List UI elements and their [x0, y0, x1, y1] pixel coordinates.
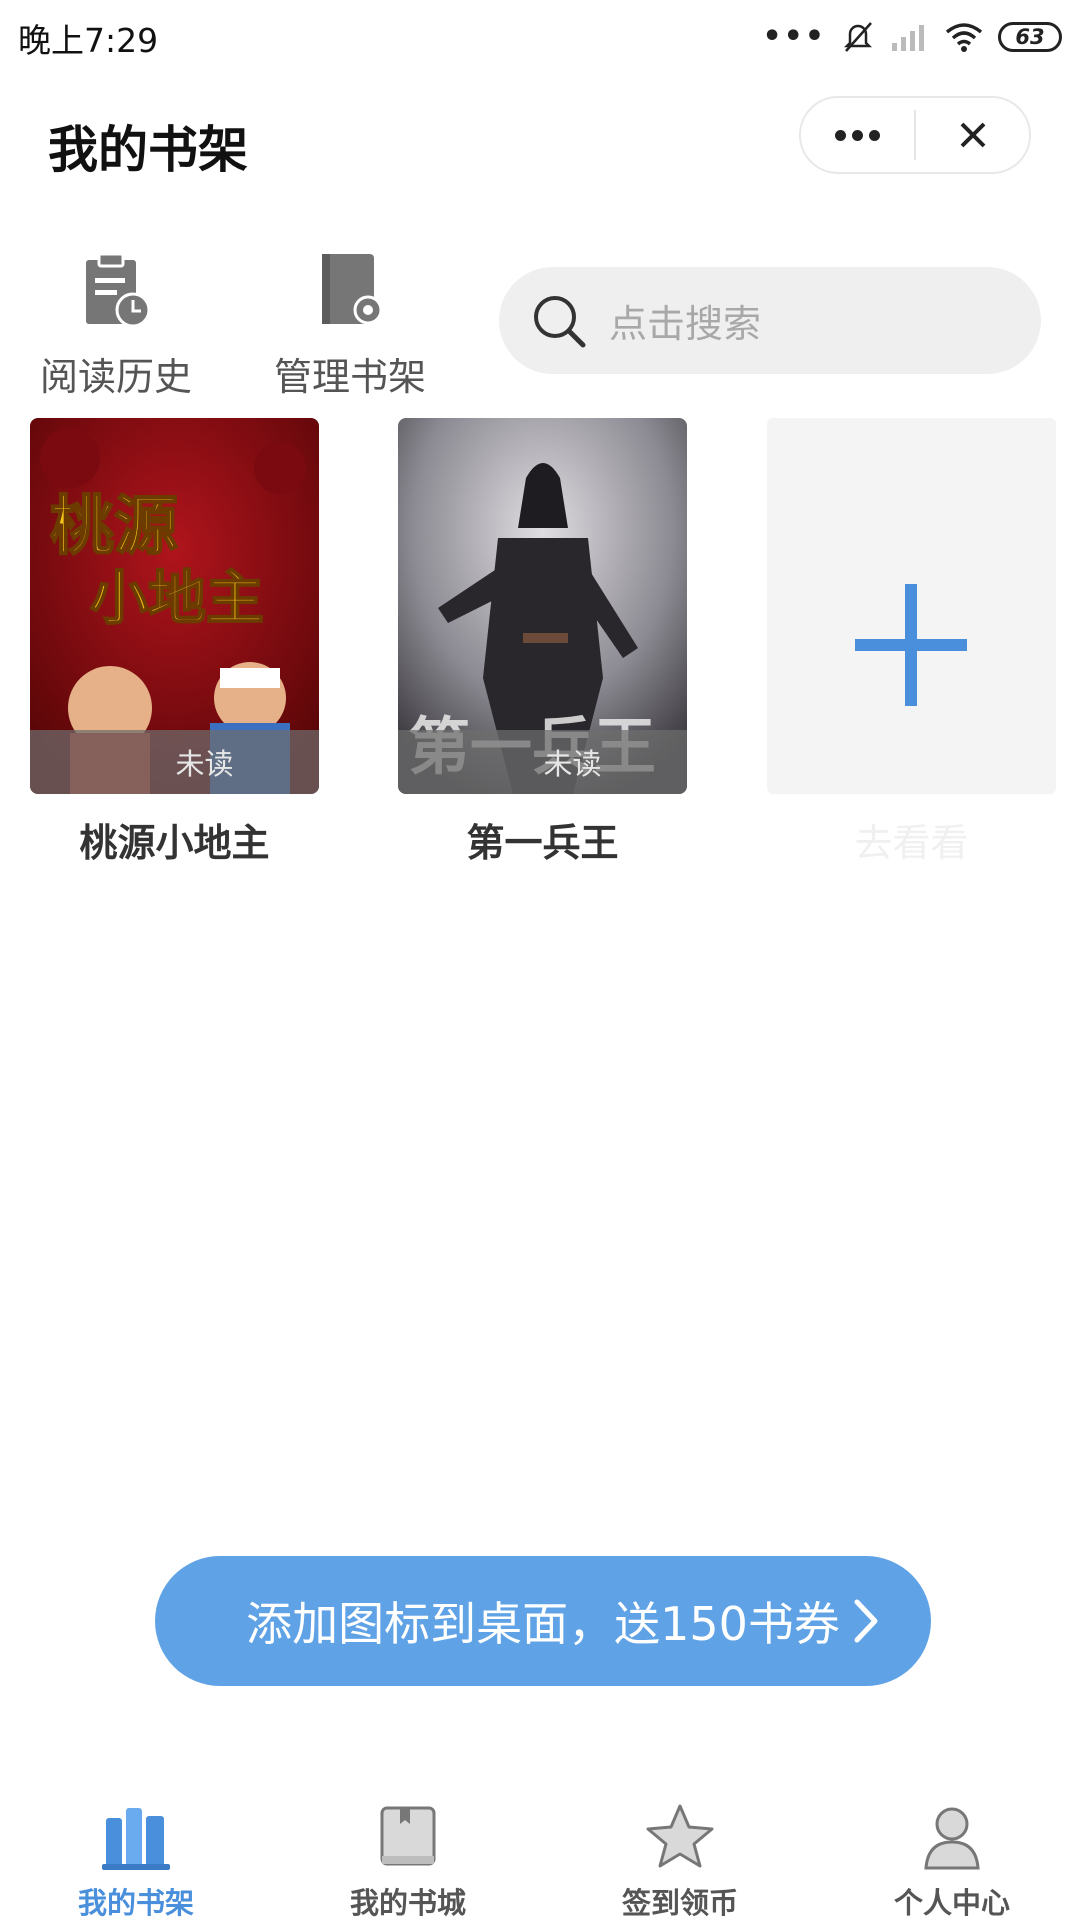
unread-badge: 未读	[30, 730, 319, 794]
status-icons: ••• 63	[762, 14, 1062, 60]
add-book-card[interactable]	[767, 418, 1056, 794]
mute-icon	[843, 22, 873, 52]
book-item[interactable]: 桃源 小地主 未读 桃源小地主	[30, 418, 319, 867]
bottom-tab-bar: 我的书架 我的书城 签到领币 个人中心	[0, 1790, 1080, 1920]
mini-program-capsule	[799, 96, 1031, 174]
more-button[interactable]	[801, 98, 914, 172]
tab-label: 个人中心	[893, 1886, 1010, 1920]
close-icon	[960, 122, 985, 148]
page-title: 我的书架	[48, 121, 248, 179]
book-icon	[380, 1806, 436, 1866]
unread-badge: 未读	[398, 730, 687, 794]
status-bar: 晚上7:29 ••• 63	[0, 0, 1080, 76]
history-clipboard-icon	[86, 252, 151, 328]
reading-history-button[interactable]: 阅读历史	[26, 250, 206, 401]
book-item[interactable]: 第一兵王 未读 第一兵王	[398, 418, 687, 867]
book-title: 第一兵王	[466, 821, 619, 865]
add-book-item[interactable]: 去看看	[767, 418, 1056, 867]
add-book-label: 去看看	[854, 821, 969, 865]
book-cover[interactable]: 桃源 小地主 未读	[30, 418, 319, 794]
promo-text: 添加图标到桌面，送150书券	[246, 1597, 840, 1651]
reading-history-label: 阅读历史	[39, 355, 192, 399]
book-settings-icon	[322, 254, 383, 325]
tab-bookstore[interactable]: 我的书城	[308, 1790, 508, 1920]
more-dots-icon	[835, 129, 880, 141]
manage-shelf-label: 管理书架	[273, 355, 426, 399]
search-bar[interactable]: 点击搜索	[499, 267, 1041, 374]
signal-icon	[892, 25, 924, 51]
bookshelf-icon	[102, 1808, 170, 1870]
search-placeholder: 点击搜索	[609, 302, 762, 346]
tab-checkin[interactable]: 签到领币	[580, 1790, 780, 1920]
cover-title-line1: 桃源	[50, 490, 178, 564]
search-icon	[534, 295, 586, 347]
book-title: 桃源小地主	[79, 821, 270, 865]
tab-label: 签到领币	[621, 1886, 738, 1920]
book-cover[interactable]: 第一兵王 未读	[398, 418, 687, 794]
tab-profile[interactable]: 个人中心	[852, 1790, 1052, 1920]
star-icon	[646, 1804, 714, 1868]
cover-title-line2: 小地主	[90, 564, 264, 632]
plus-icon	[855, 584, 967, 706]
close-button[interactable]	[916, 98, 1029, 172]
manage-shelf-button[interactable]: 管理书架	[260, 250, 440, 401]
battery-indicator: 63	[998, 22, 1062, 52]
tab-label: 我的书架	[77, 1886, 194, 1920]
tab-my-shelf[interactable]: 我的书架	[36, 1790, 236, 1920]
status-time: 晚上7:29	[18, 21, 159, 60]
tab-label: 我的书城	[349, 1886, 466, 1920]
notification-dots-icon: •••	[762, 19, 826, 54]
user-icon	[924, 1807, 980, 1870]
add-to-desktop-button[interactable]: 添加图标到桌面，送150书券	[155, 1556, 931, 1686]
wifi-icon	[945, 23, 983, 52]
chevron-right-icon	[854, 1599, 878, 1643]
